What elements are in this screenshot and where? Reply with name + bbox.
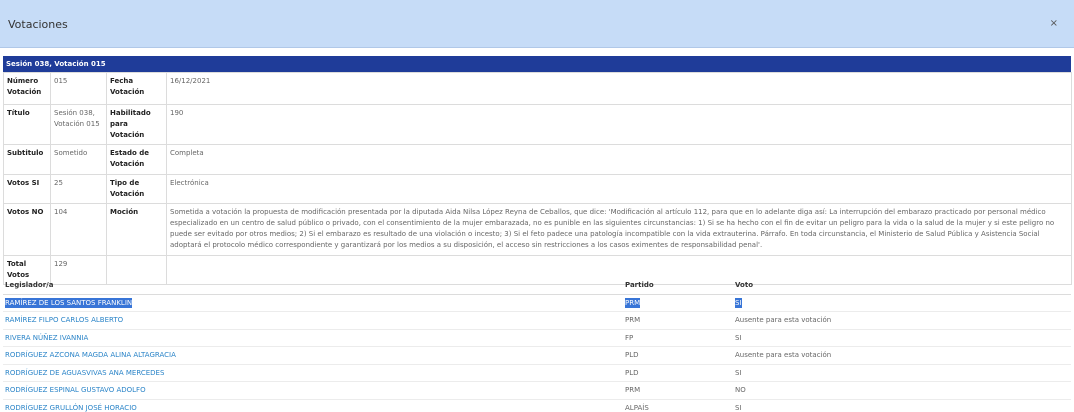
votes-table: Legislador/a Partido Voto RAMÍREZ DE LOS… bbox=[3, 276, 1071, 412]
modal-title: Votaciones bbox=[8, 18, 68, 31]
modal-header: Votaciones × bbox=[0, 0, 1074, 48]
table-row[interactable]: RODRÍGUEZ DE AGUASVIVAS ANA MERCEDES PLD… bbox=[3, 364, 1071, 382]
estado-value: Completa bbox=[166, 144, 1072, 175]
table-row[interactable]: RODRÍGUEZ AZCONA MAGDA ALINA ALTAGRACIA … bbox=[3, 346, 1071, 365]
subtitulo-label: Subtitulo bbox=[3, 144, 51, 175]
mocion-label: Moción bbox=[106, 203, 167, 256]
tipo-label: Tipo de Votación bbox=[106, 174, 167, 204]
numero-value: 015 bbox=[50, 72, 107, 105]
vote-column-header: Voto bbox=[733, 276, 1071, 295]
votos-no-value: 104 bbox=[50, 203, 107, 256]
table-row[interactable]: RAMÍREZ DE LOS SANTOS FRANKLIN PRM SI bbox=[3, 294, 1071, 312]
fecha-label: Fecha Votación bbox=[106, 72, 167, 105]
table-row[interactable]: RODRÍGUEZ GRULLÓN JOSÉ HORACIO ALPAÍS SI bbox=[3, 399, 1071, 412]
legislator-name-link[interactable]: RODRÍGUEZ ESPINAL GUSTAVO ADOLFO bbox=[3, 381, 623, 400]
party-column-header: Partido bbox=[623, 276, 733, 295]
legislator-name-link[interactable]: RODRÍGUEZ AZCONA MAGDA ALINA ALTAGRACIA bbox=[3, 346, 623, 365]
table-row[interactable]: RIVERA NÚÑEZ IVANNIA FP SI bbox=[3, 329, 1071, 347]
titulo-value: Sesión 038, Votación 015 bbox=[50, 104, 107, 145]
party-cell: PRM bbox=[623, 311, 733, 330]
vote-cell: Ausente para esta votación bbox=[733, 311, 1071, 330]
party-cell: PRM bbox=[625, 297, 641, 308]
estado-label: Estado de Votación bbox=[106, 144, 167, 175]
party-cell: PRM bbox=[623, 381, 733, 400]
party-cell: PLD bbox=[623, 346, 733, 365]
subtitulo-value: Sometido bbox=[50, 144, 107, 175]
vote-cell: SI bbox=[733, 399, 1071, 412]
votos-no-label: Votos NO bbox=[3, 203, 51, 256]
votos-si-value: 25 bbox=[50, 174, 107, 204]
legislator-column-header: Legislador/a bbox=[3, 276, 623, 295]
vote-cell: SI bbox=[735, 297, 742, 308]
votos-si-label: Votos SI bbox=[3, 174, 51, 204]
habilitado-label: Habilitado para Votación bbox=[106, 104, 167, 145]
legislator-name-link[interactable]: RAMÍREZ FILPO CARLOS ALBERTO bbox=[3, 311, 623, 330]
vote-cell: Ausente para esta votación bbox=[733, 346, 1071, 365]
fecha-value: 16/12/2021 bbox=[166, 72, 1072, 105]
table-row[interactable]: RODRÍGUEZ ESPINAL GUSTAVO ADOLFO PRM NO bbox=[3, 381, 1071, 400]
mocion-value: Sometida a votación la propuesta de modi… bbox=[166, 203, 1072, 256]
vote-cell: NO bbox=[733, 381, 1071, 400]
habilitado-value: 190 bbox=[166, 104, 1072, 145]
legislator-name-link[interactable]: RODRÍGUEZ GRULLÓN JOSÉ HORACIO bbox=[3, 399, 623, 412]
party-cell: PLD bbox=[623, 364, 733, 382]
legislator-name-link[interactable]: RIVERA NÚÑEZ IVANNIA bbox=[3, 329, 623, 347]
table-row[interactable]: RAMÍREZ FILPO CARLOS ALBERTO PRM Ausente… bbox=[3, 311, 1071, 330]
session-header: Sesión 038, Votación 015 bbox=[3, 56, 1071, 72]
party-cell: FP bbox=[623, 329, 733, 347]
party-cell: ALPAÍS bbox=[623, 399, 733, 412]
legislator-name-link[interactable]: RODRÍGUEZ DE AGUASVIVAS ANA MERCEDES bbox=[3, 364, 623, 382]
legislator-name-link[interactable]: RAMÍREZ DE LOS SANTOS FRANKLIN bbox=[5, 297, 133, 308]
vote-info-table: Número Votación 015 Fecha Votación 16/12… bbox=[3, 72, 1072, 285]
tipo-value: Electrónica bbox=[166, 174, 1072, 204]
vote-cell: SI bbox=[733, 329, 1071, 347]
vote-cell: SI bbox=[733, 364, 1071, 382]
titulo-label: Título bbox=[3, 104, 51, 145]
numero-label: Número Votación bbox=[3, 72, 51, 105]
close-button[interactable]: × bbox=[1050, 18, 1058, 29]
